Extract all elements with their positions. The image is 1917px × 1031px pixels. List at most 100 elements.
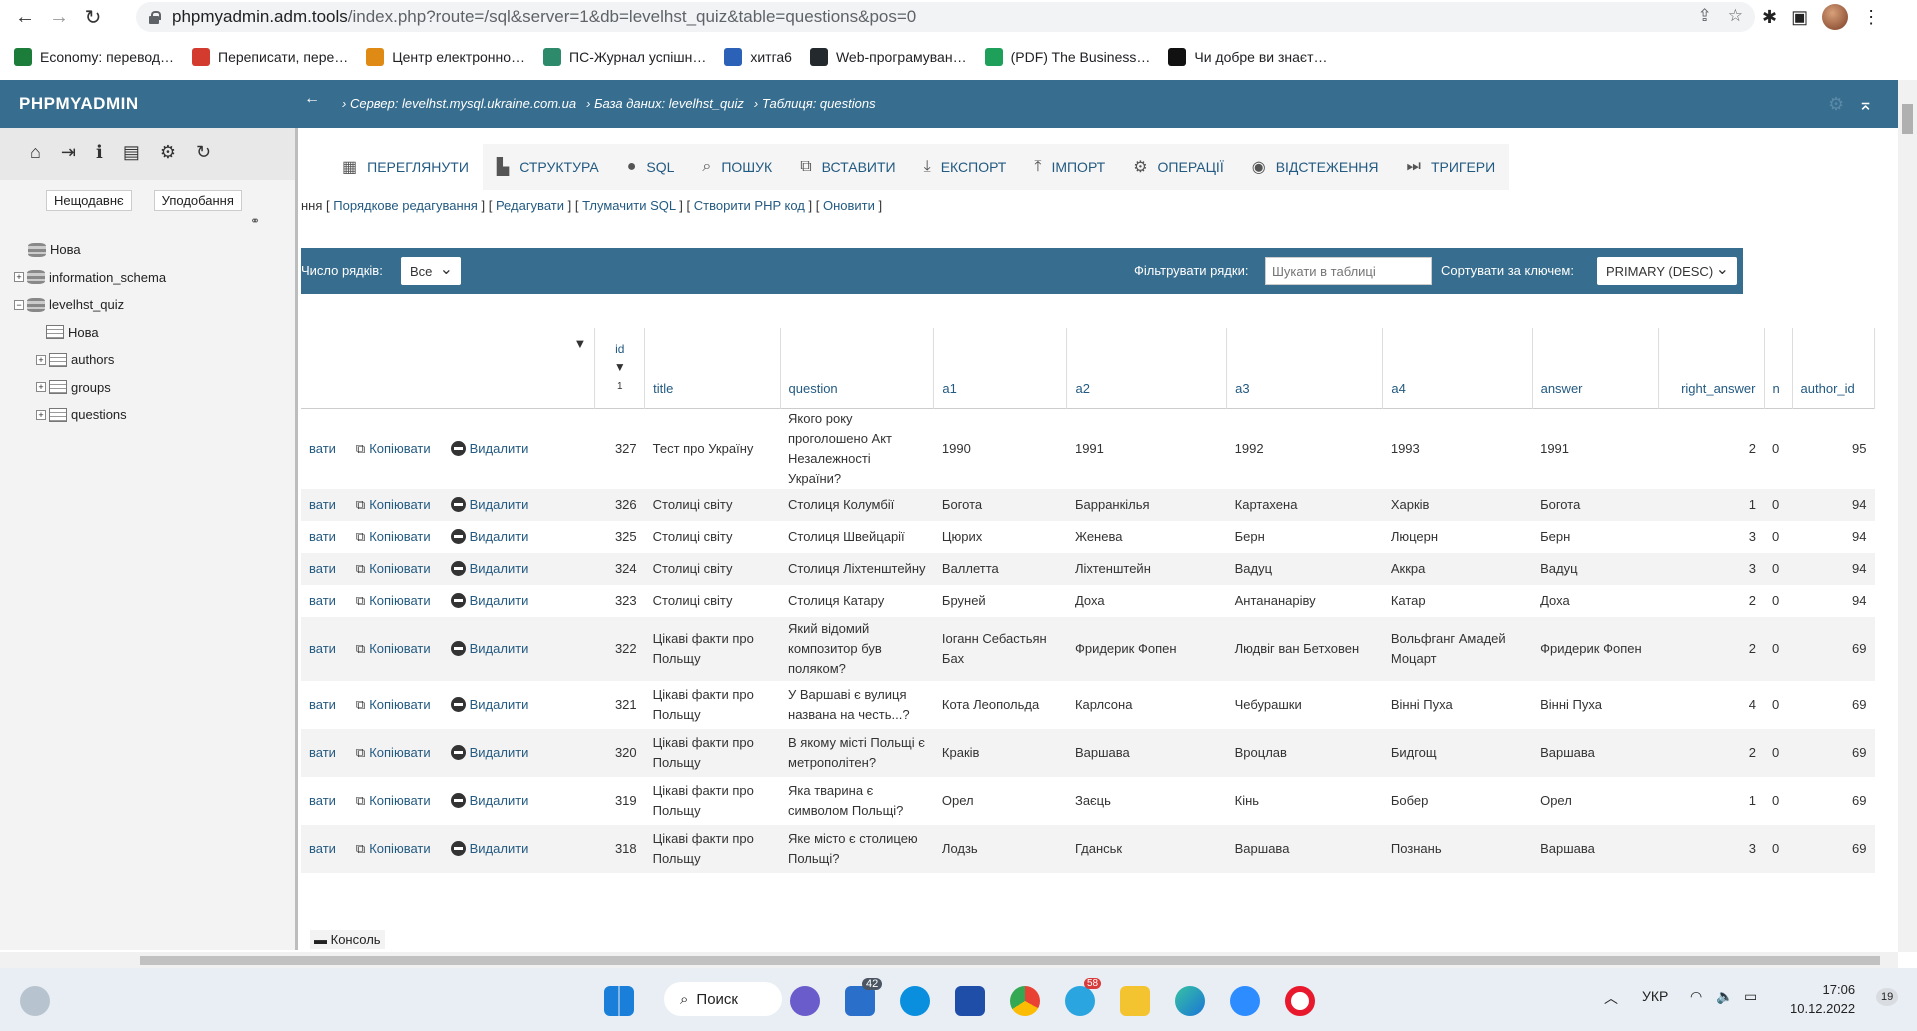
col-a2[interactable]: a2 <box>1066 328 1228 408</box>
tree-node-levelhst-quiz[interactable]: − levelhst_quiz <box>14 291 166 319</box>
cell-right-answer[interactable]: 2 <box>1658 585 1764 617</box>
scrollbar-thumb[interactable] <box>1902 104 1913 134</box>
cell-n[interactable]: 0 <box>1764 585 1792 617</box>
cell-a2[interactable]: Заєць <box>1067 777 1227 825</box>
cell-question[interactable]: Столиця Швейцарії <box>780 521 934 553</box>
cell-a1[interactable]: Лодзь <box>934 825 1067 873</box>
cell-a3[interactable]: Вроцлав <box>1227 729 1383 777</box>
cell-author-id[interactable]: 95 <box>1792 408 1874 489</box>
bookmark-item[interactable]: Чи добре ви знаєт… <box>1168 48 1327 66</box>
collapse-top-icon[interactable]: ⌅ <box>1858 94 1873 115</box>
copy-row-link[interactable]: ⧉ Копіювати <box>356 529 431 544</box>
cell-question[interactable]: Якого року проголошено Акт Незалежності … <box>780 408 934 489</box>
cell-author-id[interactable]: 94 <box>1792 521 1874 553</box>
cell-question[interactable]: Столиця Колумбії <box>780 489 934 521</box>
col-id[interactable]: id ▼ 1 <box>594 328 646 408</box>
recent-button[interactable]: Нещодавнє <box>46 190 132 211</box>
cell-title[interactable]: Столиці світу <box>645 489 780 521</box>
cell-title[interactable]: Цікаві факти про Польщу <box>645 729 780 777</box>
cell-n[interactable]: 0 <box>1764 729 1792 777</box>
bookmark-item[interactable]: (PDF) The Business… <box>984 48 1150 66</box>
tree-node-groups[interactable]: + groups <box>14 374 166 402</box>
bookmark-item[interactable]: Web-програмуван… <box>809 48 967 66</box>
skype-icon[interactable] <box>900 986 930 1016</box>
tree-node-new[interactable]: Нова <box>14 236 166 264</box>
console-button[interactable]: ▬ Консоль <box>310 930 385 949</box>
cell-a2[interactable]: Ліхтенштейн <box>1067 553 1227 585</box>
tab-search[interactable]: ⌕ ПОШУК <box>688 144 786 190</box>
edit-link[interactable]: Редагувати <box>496 198 564 213</box>
cell-question[interactable]: У Варшаві є вулиця названа на честь...? <box>780 681 934 729</box>
chat-icon[interactable] <box>790 986 820 1016</box>
edge-icon[interactable] <box>1175 986 1205 1016</box>
cell-question[interactable]: Столиця Катару <box>780 585 934 617</box>
breadcrumb-db[interactable]: База даних: levelhst_quiz <box>586 96 744 111</box>
cell-title[interactable]: Цікаві факти про Польщу <box>645 825 780 873</box>
delete-row-link[interactable]: Видалити <box>450 496 528 512</box>
weather-icon[interactable] <box>20 986 50 1016</box>
cell-right-answer[interactable]: 4 <box>1658 681 1764 729</box>
col-right-answer[interactable]: right_answer <box>1658 328 1765 408</box>
docs-icon[interactable]: ▤ <box>123 142 140 180</box>
opera-icon[interactable] <box>1285 986 1315 1016</box>
sort-select[interactable]: PRIMARY (DESC) <box>1597 257 1737 285</box>
delete-row-link[interactable]: Видалити <box>450 744 528 760</box>
cell-a1[interactable]: Кота Леопольда <box>934 681 1067 729</box>
cell-n[interactable]: 0 <box>1764 521 1792 553</box>
bookmark-item[interactable]: хитга6 <box>724 48 792 66</box>
cell-right-answer[interactable]: 2 <box>1658 408 1764 489</box>
cell-a3[interactable]: Берн <box>1227 521 1383 553</box>
cell-a4[interactable]: Вольфганг Амадей Моцарт <box>1383 617 1532 681</box>
tab-tracking[interactable]: ◉ ВІДСТЕЖЕННЯ <box>1238 144 1393 190</box>
cell-a3[interactable]: Антананаріву <box>1227 585 1383 617</box>
copy-row-link[interactable]: ⧉ Копіювати <box>356 497 431 512</box>
copy-row-link[interactable]: ⧉ Копіювати <box>356 593 431 608</box>
mail-icon[interactable] <box>845 986 875 1016</box>
cell-answer[interactable]: Фридерик Фопен <box>1532 617 1658 681</box>
taskbar-search[interactable]: ⌕ Поиск <box>664 982 782 1016</box>
tree-node-new-table[interactable]: Нова <box>14 319 166 347</box>
create-php-link[interactable]: Створити PHP код <box>694 198 805 213</box>
edit-row-link[interactable]: вати <box>309 641 336 656</box>
cell-right-answer[interactable]: 1 <box>1658 489 1764 521</box>
edit-row-link[interactable]: вати <box>309 793 336 808</box>
cell-a3[interactable]: Кінь <box>1227 777 1383 825</box>
home-icon[interactable]: ⌂ <box>30 142 41 180</box>
cell-a1[interactable]: Краків <box>934 729 1067 777</box>
collapse-icon[interactable]: − <box>14 299 24 310</box>
breadcrumb-server[interactable]: Сервер: levelhst.mysql.ukraine.com.ua <box>342 96 576 111</box>
zoom-icon[interactable] <box>1230 986 1260 1016</box>
reload-icon[interactable]: ↻ <box>76 0 110 34</box>
cell-a2[interactable]: Барранкілья <box>1067 489 1227 521</box>
cell-a2[interactable]: Фридерик Фопен <box>1067 617 1227 681</box>
cell-answer[interactable]: 1991 <box>1532 408 1658 489</box>
cell-author-id[interactable]: 94 <box>1792 489 1874 521</box>
cell-right-answer[interactable]: 3 <box>1658 553 1764 585</box>
cell-a2[interactable]: Гданськ <box>1067 825 1227 873</box>
link-icon[interactable]: ⚭ <box>250 214 260 228</box>
menu-icon[interactable]: ⋮ <box>1862 7 1880 28</box>
edit-row-link[interactable]: вати <box>309 745 336 760</box>
settings-gear-icon[interactable]: ⚙ <box>1828 94 1844 115</box>
cell-title[interactable]: Цікаві факти про Польщу <box>645 681 780 729</box>
edit-row-link[interactable]: вати <box>309 593 336 608</box>
address-bar[interactable]: phpmyadmin.adm.tools/index.php?route=/sq… <box>136 2 1755 32</box>
edit-row-link[interactable]: вати <box>309 697 336 712</box>
back-icon[interactable]: ← <box>8 0 42 34</box>
cell-a4[interactable]: Бидгощ <box>1383 729 1532 777</box>
start-icon[interactable] <box>604 986 634 1016</box>
cell-title[interactable]: Столиці світу <box>645 585 780 617</box>
table-search-input[interactable] <box>1265 257 1432 285</box>
profile-avatar[interactable] <box>1822 4 1849 30</box>
copy-row-link[interactable]: ⧉ Копіювати <box>356 561 431 576</box>
delete-row-link[interactable]: Видалити <box>450 696 528 712</box>
clock[interactable]: 17:06 10.12.2022 <box>1790 980 1855 1018</box>
scrollbar-thumb[interactable] <box>140 956 1880 965</box>
share-icon[interactable]: ⇪ <box>1698 6 1712 26</box>
favorites-button[interactable]: Уподобання <box>153 190 242 211</box>
cell-title[interactable]: Столиці світу <box>645 521 780 553</box>
cell-a1[interactable]: Орел <box>934 777 1067 825</box>
edit-row-link[interactable]: вати <box>309 441 336 456</box>
cell-a4[interactable]: Вінні Пуха <box>1383 681 1532 729</box>
cell-question[interactable]: Яка тварина є символом Польщі? <box>780 777 934 825</box>
